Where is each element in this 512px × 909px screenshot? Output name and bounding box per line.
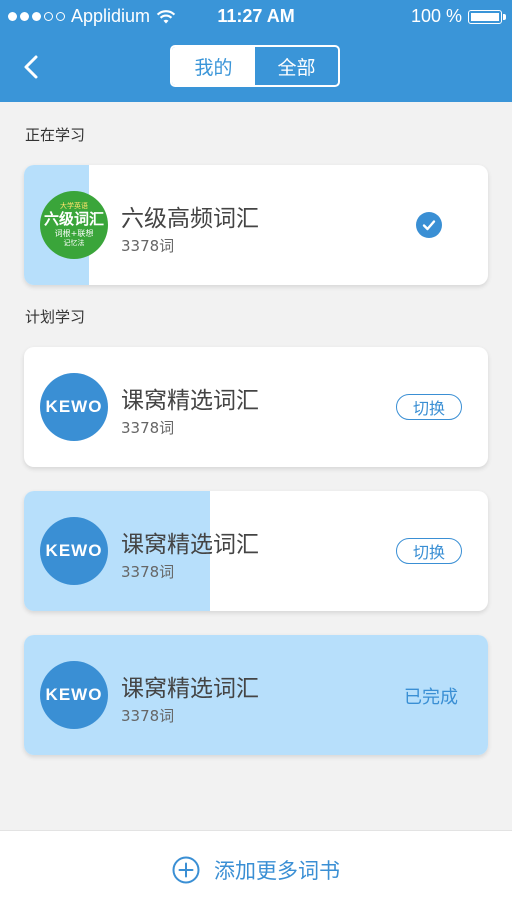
battery-percent: 100 % [410,6,462,26]
check-icon [416,212,442,238]
completed-label: 已完成 [404,687,458,708]
book-cover-image: 大学英语 六级词汇 词根+联想 记忆法 [40,191,108,259]
tab-switcher: 我的 全部 [170,45,340,87]
kewo-logo: KEWO [40,373,108,441]
tab-mine[interactable]: 我的 [172,47,255,85]
book-title: 六级高频词汇 [121,206,259,232]
book-word-count: 3378词 [121,237,175,255]
book-word-count: 3378词 [121,563,175,581]
battery-icon [468,9,506,24]
add-more-books-label: 添加更多词书 [214,859,340,883]
book-title: 课窝精选词汇 [121,532,259,558]
battery-group: 100 % [410,6,506,27]
kewo-logo: KEWO [40,661,108,729]
planned-book-card[interactable]: KEWO 课窝精选词汇 3378词 已完成 [24,635,488,755]
footer-bar: 添加更多词书 [0,830,512,909]
kewo-logo: KEWO [40,517,108,585]
switch-button[interactable]: 切换 [396,538,462,564]
section-title-current: 正在学习 [25,126,86,144]
planned-book-card[interactable]: KEWO 课窝精选词汇 3378词 切换 [24,347,488,467]
book-title: 课窝精选词汇 [121,676,259,702]
planned-book-card[interactable]: KEWO 课窝精选词汇 3378词 切换 [24,491,488,611]
header: Applidium 11:27 AM 100 % 我的 全部 [0,0,512,102]
book-word-count: 3378词 [121,707,175,725]
tab-all[interactable]: 全部 [255,47,338,85]
switch-button[interactable]: 切换 [396,394,462,420]
add-circle-icon [172,856,200,884]
section-title-planned: 计划学习 [25,308,86,326]
book-word-count: 3378词 [121,419,175,437]
book-title: 课窝精选词汇 [121,388,259,414]
add-more-books-button[interactable]: 添加更多词书 [0,831,512,909]
back-chevron-icon[interactable] [20,54,44,80]
status-bar: Applidium 11:27 AM 100 % [0,6,512,30]
current-book-card[interactable]: 大学英语 六级词汇 词根+联想 记忆法 六级高频词汇 3378词 [24,165,488,285]
